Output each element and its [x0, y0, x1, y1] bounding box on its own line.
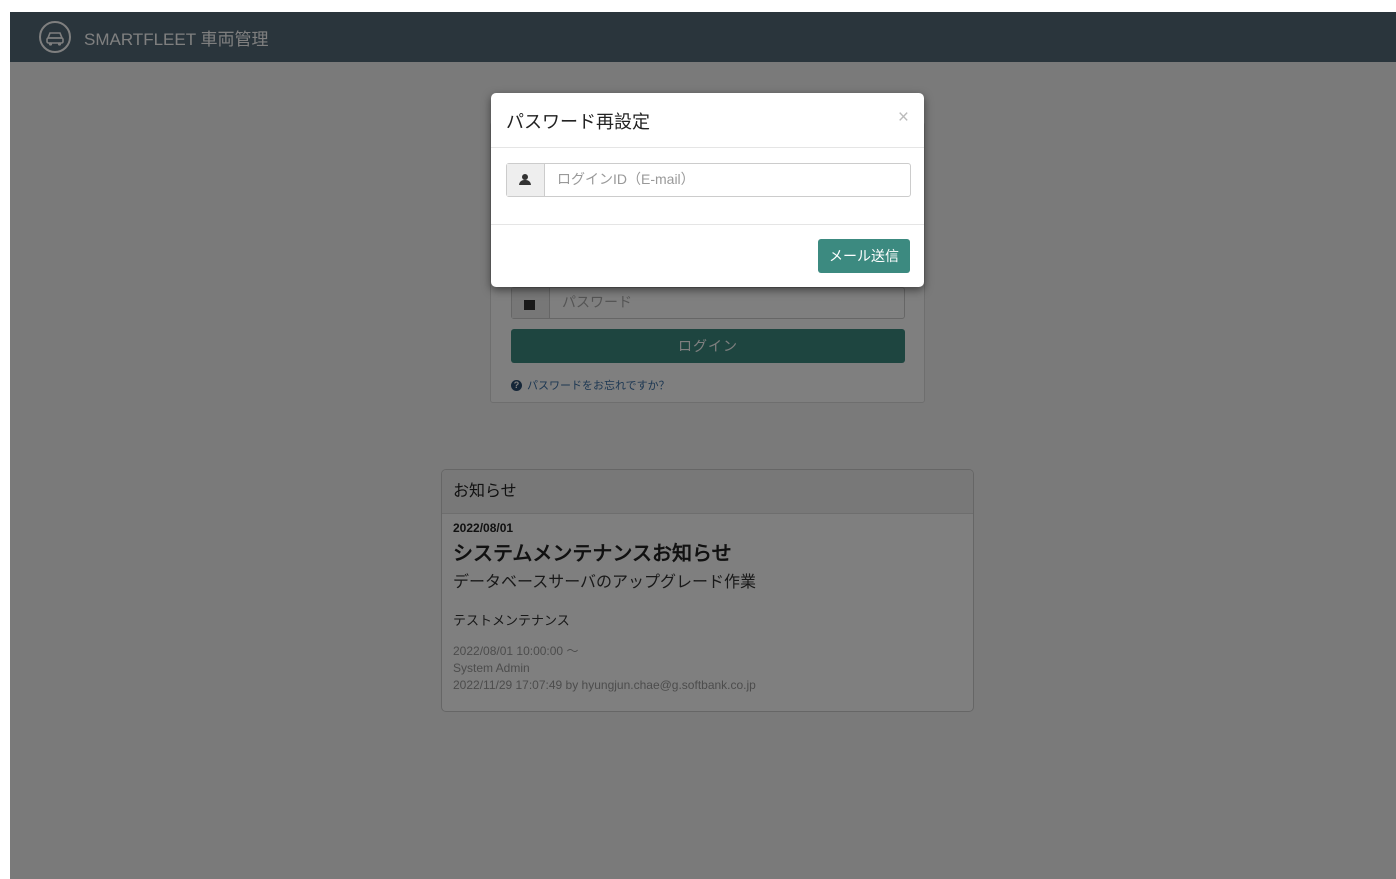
- send-mail-button[interactable]: メール送信: [818, 239, 910, 273]
- modal-header: パスワード再設定 ×: [491, 93, 924, 148]
- password-reset-modal: パスワード再設定 × メール送信: [491, 93, 924, 287]
- app-frame: SMARTFLEET 車両管理 パスワード ログイン ? パスワードをお忘れです…: [10, 12, 1396, 879]
- modal-body: [491, 148, 924, 225]
- modal-footer: メール送信: [491, 225, 924, 288]
- email-input-group: [506, 163, 919, 197]
- email-input[interactable]: [545, 164, 919, 194]
- close-icon[interactable]: ×: [898, 107, 909, 129]
- modal-title: パスワード再設定: [506, 112, 650, 132]
- user-icon-addon: [507, 164, 545, 196]
- user-icon: [519, 174, 531, 186]
